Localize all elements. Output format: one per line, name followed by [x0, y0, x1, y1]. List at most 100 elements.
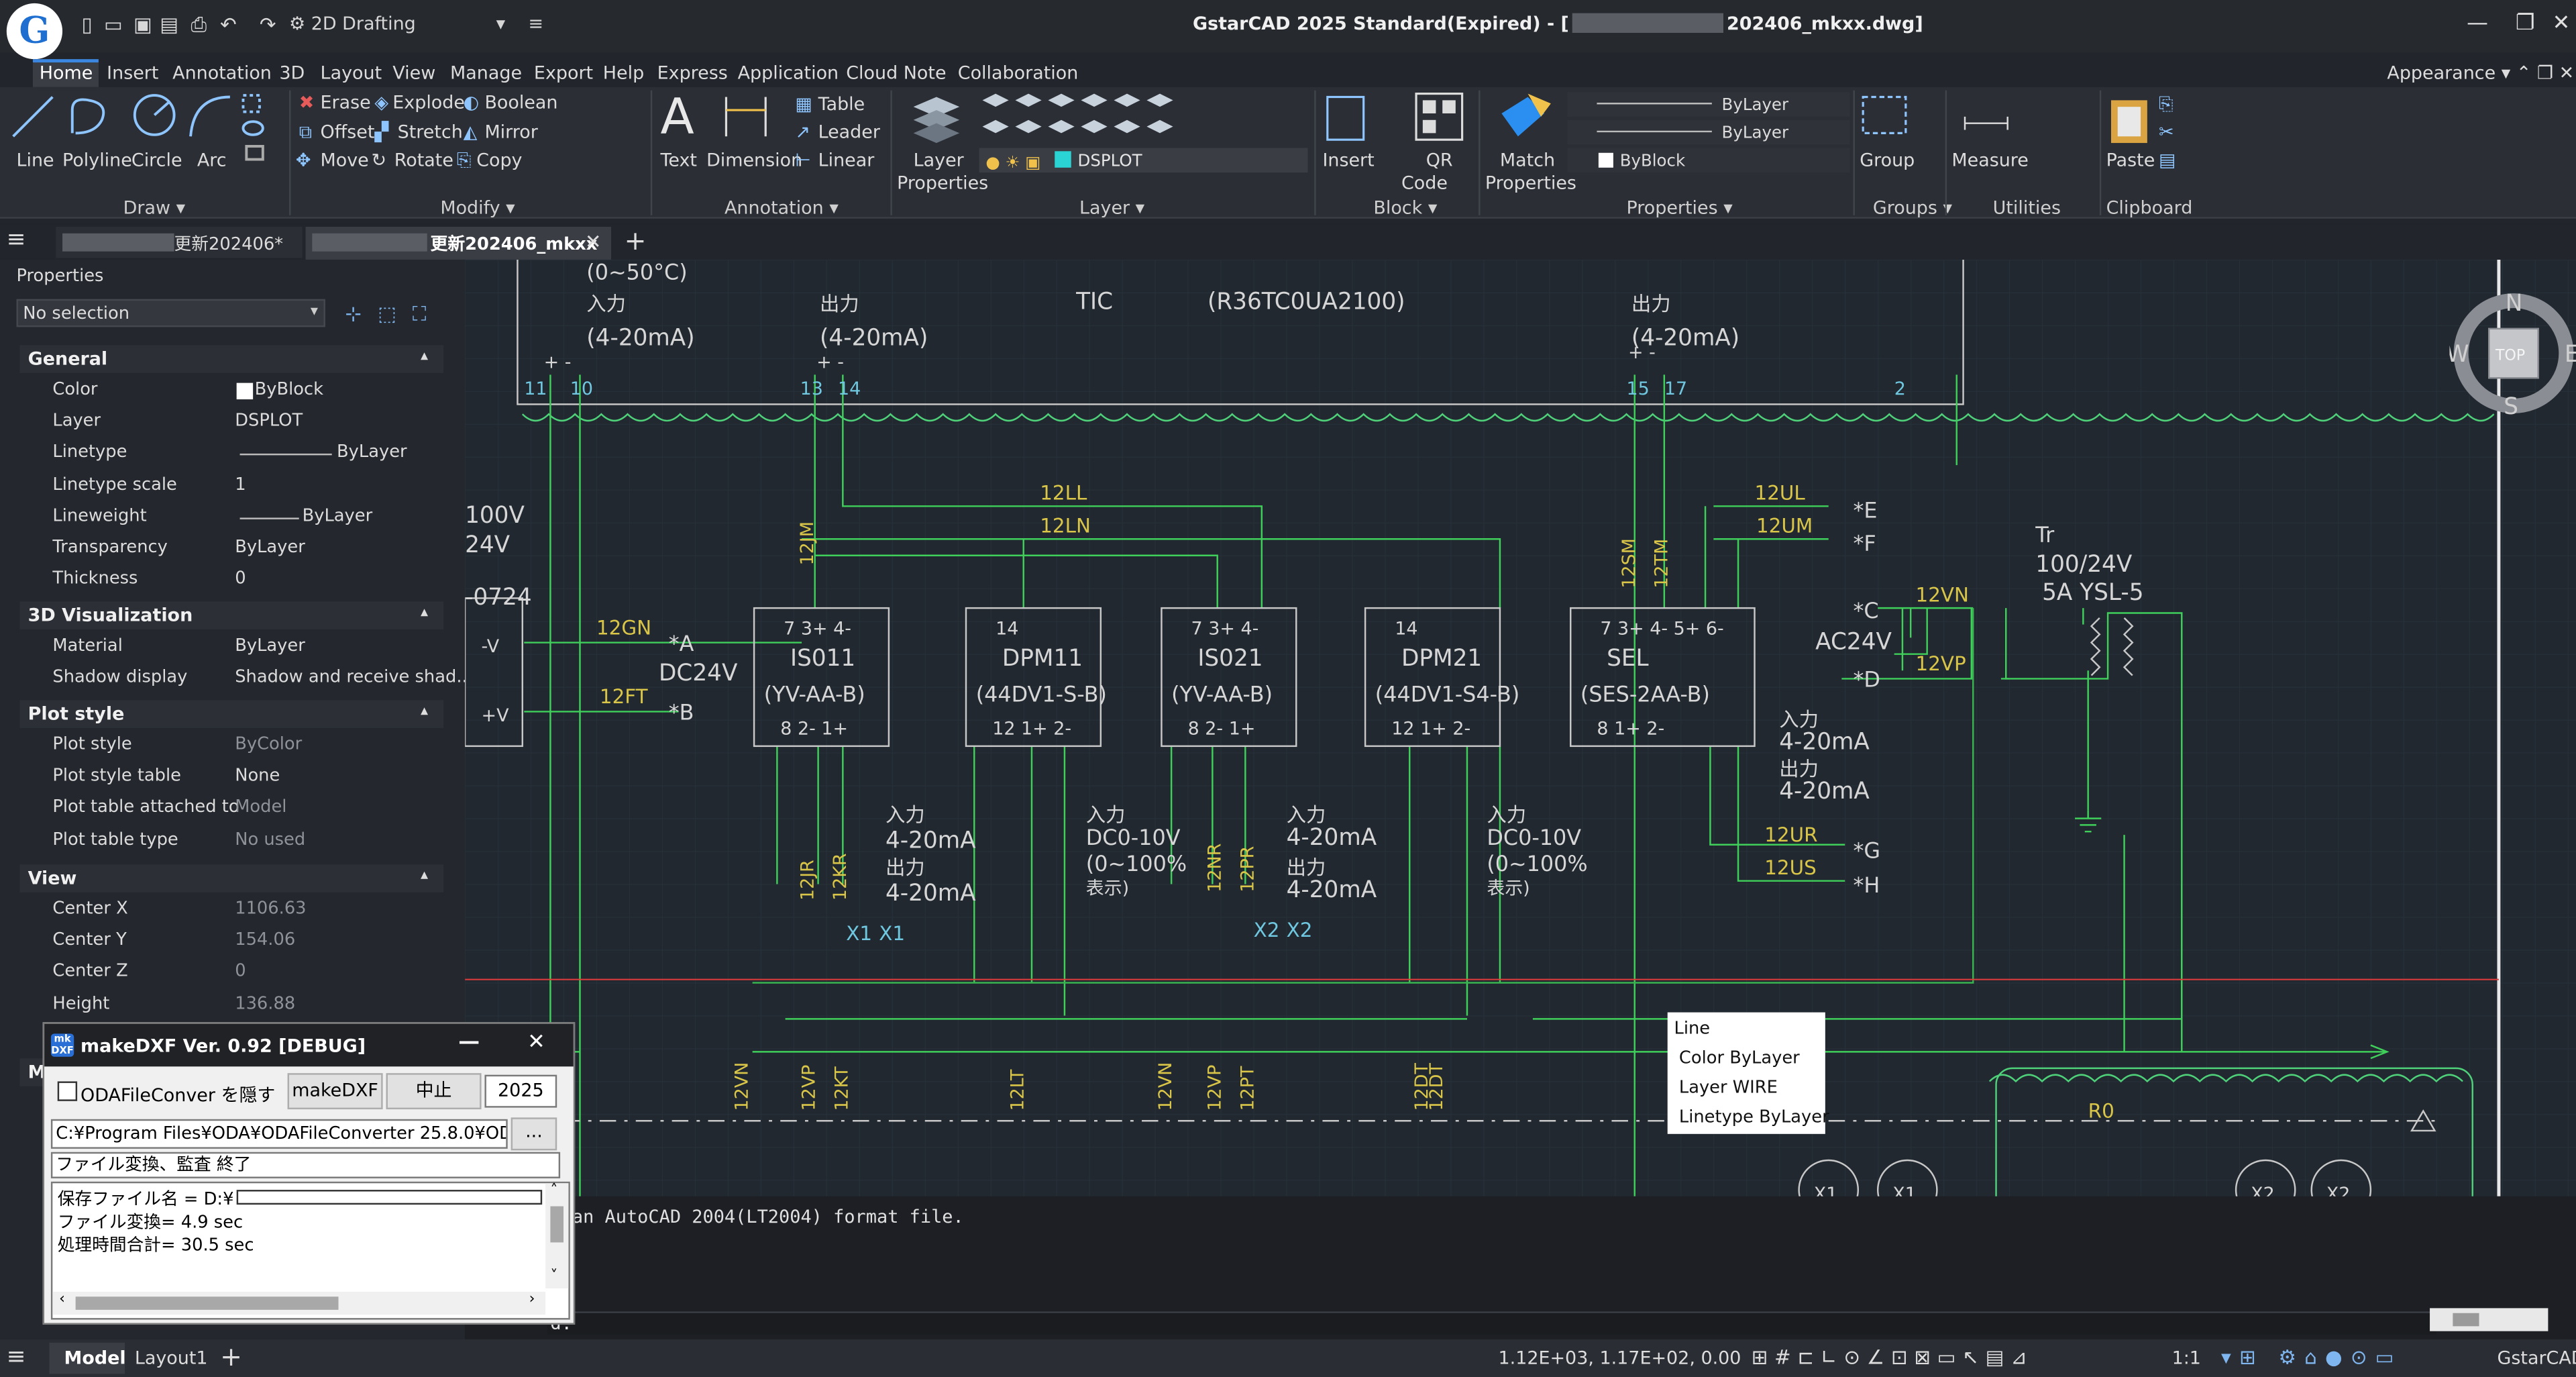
prop-value[interactable]: ByLayer [235, 538, 305, 557]
draw-panel-label[interactable]: Draw ▾ [123, 197, 185, 219]
appearance-menu[interactable]: Appearance ▾ ⌃ ❐ ✕ [2387, 62, 2574, 84]
tab-3d[interactable]: 3D [279, 62, 305, 84]
tab-home[interactable]: Home [32, 59, 100, 87]
command-input[interactable]: d: [547, 1311, 2436, 1335]
makedxf-minimize-icon[interactable]: — [458, 1031, 480, 1056]
modify-panel-label[interactable]: Modify ▾ [440, 197, 515, 219]
select-objects-icon[interactable]: ⬚ [378, 303, 396, 325]
scroll-thumb[interactable] [2453, 1313, 2479, 1327]
layout-menu-icon[interactable]: ≡ [7, 1344, 26, 1370]
prop-value[interactable]: 1 [235, 474, 246, 494]
app-logo-icon[interactable]: G [6, 3, 63, 60]
tab-collaboration[interactable]: Collaboration [958, 62, 1079, 84]
new-tab-icon[interactable]: + [625, 225, 647, 257]
section-view[interactable]: View [19, 864, 444, 892]
annotation-scale[interactable]: 1:1 [2172, 1347, 2201, 1369]
add-layout-icon[interactable]: + [220, 1341, 242, 1372]
new-file-icon[interactable]: ▯ [76, 13, 99, 36]
section-plot[interactable]: Plot style [19, 700, 444, 728]
save-icon[interactable]: ▣ [131, 13, 154, 36]
quick-select-icon[interactable]: ⛶ [413, 303, 427, 327]
drawing-label: 12PR [1238, 846, 1258, 892]
log-vscroll[interactable]: ˄ ˅ [545, 1183, 569, 1289]
prop-value[interactable]: 0 [235, 569, 246, 589]
close-tab-icon[interactable]: ✕ [585, 230, 602, 253]
prop-value[interactable]: ByBlock [255, 380, 323, 399]
tab-insert[interactable]: Insert [107, 62, 158, 84]
tab-application[interactable]: Application [738, 62, 839, 84]
tab-manage[interactable]: Manage [450, 62, 522, 84]
prop-value[interactable]: DSPLOT [235, 411, 303, 431]
section-general[interactable]: General [19, 345, 444, 373]
tab-annotation[interactable]: Annotation [172, 62, 272, 84]
drawing-label: X2 [1287, 919, 1313, 941]
collapse-icon[interactable]: ▴ [421, 868, 428, 884]
prop-value[interactable]: Shadow and receive shad... [235, 668, 473, 687]
properties-panel-label[interactable]: Properties ▾ [1627, 197, 1733, 219]
doc-tab-1[interactable]: 更新202406* [56, 226, 303, 258]
drawing-label: 14 [838, 378, 861, 399]
command-scrollbar[interactable] [2430, 1308, 2548, 1331]
doc-tab-2[interactable]: 更新202406_mkxx ✕ [305, 226, 612, 260]
collapse-icon[interactable]: ▴ [421, 703, 428, 719]
drafting-toggles[interactable]: ⊞#⊏∟⊙∠⊡⊠▭↖▤⊿ [1752, 1346, 2034, 1369]
drawing-label: 出力 [820, 293, 859, 315]
prop-value[interactable]: ByLayer [235, 636, 305, 656]
utilities-panel-label[interactable]: Utilities [1993, 197, 2061, 219]
drawing-canvas[interactable]: (0~50°C) 入力 (4-20mA) 出力 (4-20mA) TIC (R36TC0UA… [465, 259, 2576, 1196]
prop-value[interactable]: 136.88 [235, 994, 295, 1013]
save-as-icon[interactable]: ▤ [158, 13, 180, 36]
makedxf-button[interactable]: makeDXF [287, 1073, 383, 1110]
prop-value[interactable]: 0 [235, 962, 246, 982]
prop-value[interactable]: None [235, 766, 280, 786]
status-tools[interactable]: ▾⊞ ⚙⌂●⊙▭ [2221, 1346, 2402, 1369]
makedxf-close-icon[interactable]: ✕ [527, 1031, 545, 1056]
prop-value[interactable]: 1106.63 [235, 899, 306, 919]
tab-export[interactable]: Export [534, 62, 593, 84]
stop-button[interactable]: 中止 [386, 1073, 482, 1110]
collapse-icon[interactable]: ▴ [421, 348, 428, 364]
print-icon[interactable]: ⎙ [187, 13, 210, 36]
tab-help[interactable]: Help [603, 62, 644, 84]
groups-panel-label[interactable]: Groups ▾ [1873, 197, 1952, 219]
hamburger-menu-icon[interactable]: ≡ [7, 228, 33, 253]
tab-layout1[interactable]: Layout1 [135, 1347, 208, 1369]
year-field[interactable]: 2025 [484, 1074, 557, 1108]
annotation-panel-label[interactable]: Annotation ▾ [724, 197, 839, 219]
tab-model[interactable]: Model [49, 1342, 126, 1374]
tab-layout[interactable]: Layout [321, 62, 382, 84]
prop-value[interactable]: No used [235, 829, 305, 849]
layer-panel-label[interactable]: Layer ▾ [1079, 197, 1144, 219]
restore-icon[interactable]: ❐ [2507, 10, 2543, 40]
modify-panel-text: Modify [440, 197, 500, 219]
tab-express[interactable]: Express [657, 62, 728, 84]
prop-value[interactable]: ByColor [235, 735, 302, 754]
prop-value[interactable]: ByLayer [337, 443, 407, 462]
collapse-icon[interactable]: ▴ [421, 605, 428, 621]
log-textarea[interactable]: 保存ファイル名 = D:¥ ファイル変換= 4.9 sec 処理時間合計= 30… [50, 1181, 570, 1320]
hide-converter-checkbox[interactable] [57, 1081, 78, 1101]
view-cube[interactable]: N W E S TOP [2447, 289, 2576, 420]
log-hscroll[interactable]: ‹ › [52, 1291, 546, 1315]
section-viz[interactable]: 3D Visualization [19, 601, 444, 629]
command-line[interactable]: g an AutoCAD 2004(LT2004) format file. d… [465, 1196, 2576, 1341]
redo-icon[interactable]: ↷ [256, 13, 279, 36]
workspace-selector[interactable]: ⚙ 2D Drafting ▾ ≡ [289, 13, 543, 35]
undo-icon[interactable]: ↶ [217, 13, 239, 36]
selection-dropdown[interactable]: No selection ▾ [16, 299, 325, 327]
drawing-label: 10 [570, 378, 593, 399]
tab-cloud-note[interactable]: Cloud Note [846, 62, 946, 84]
toggle-pickadd-icon[interactable]: ⊹ [345, 303, 362, 325]
prop-value[interactable]: 154.06 [235, 931, 295, 950]
browse-button[interactable]: ... [511, 1117, 557, 1151]
prop-value[interactable]: ByLayer [303, 506, 373, 525]
minimize-icon[interactable]: — [2459, 10, 2496, 40]
converter-path-field[interactable]: C:¥Program Files¥ODA¥ODAFileConverter 25… [50, 1119, 508, 1149]
status-bar: ≡ Model Layout1 + 1.12E+03, 1.17E+02, 0.… [0, 1339, 2576, 1377]
tab-view[interactable]: View [392, 62, 435, 84]
open-folder-icon[interactable]: ▭ [102, 13, 125, 36]
close-icon[interactable]: ✕ [2543, 10, 2576, 40]
clipboard-panel-label[interactable]: Clipboard [2106, 197, 2193, 219]
block-panel-label[interactable]: Block ▾ [1373, 197, 1437, 219]
prop-value[interactable]: Model [235, 798, 286, 817]
